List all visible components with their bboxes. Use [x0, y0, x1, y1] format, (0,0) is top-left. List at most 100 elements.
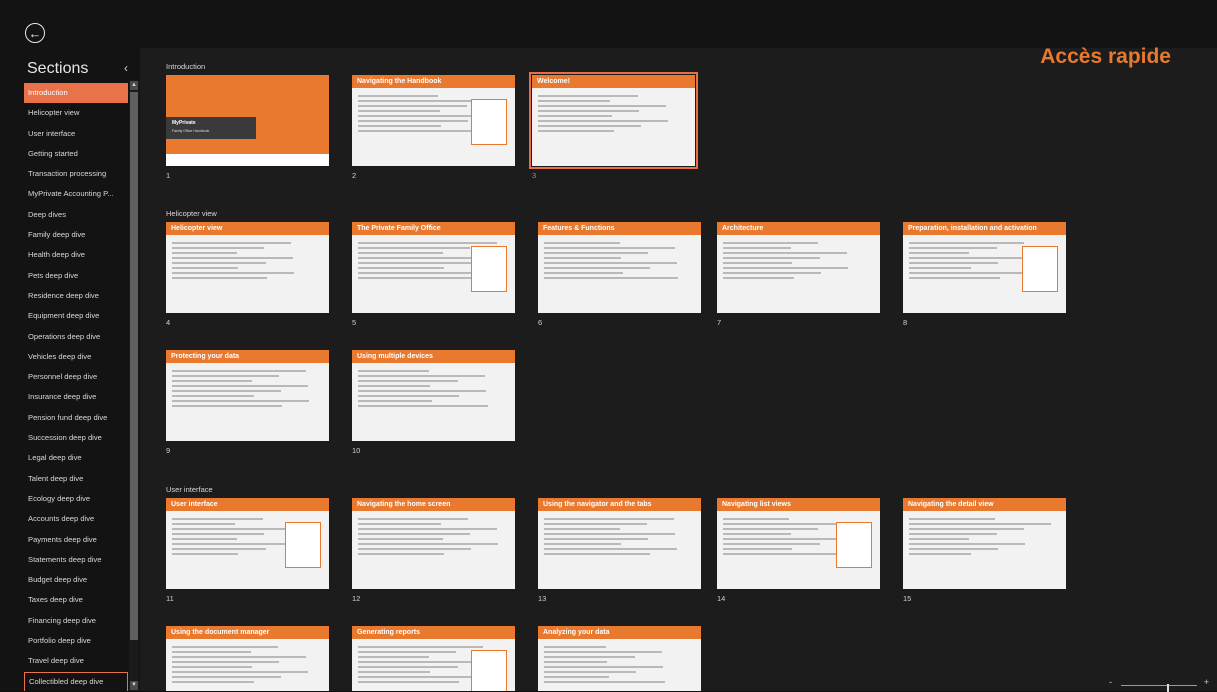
- collapse-sidebar-chevron-icon[interactable]: ‹: [124, 61, 128, 75]
- slide-body: [909, 518, 1060, 558]
- slide-title: Navigating list views: [722, 501, 791, 508]
- slide-thumbnail[interactable]: Using multiple devices: [352, 350, 515, 441]
- sidebar-item[interactable]: Taxes deep dive: [24, 590, 128, 610]
- cover-title: MyPrivate: [172, 120, 196, 126]
- sidebar-item[interactable]: Pension fund deep dive: [24, 408, 128, 428]
- sidebar-item[interactable]: Succession deep dive: [24, 428, 128, 448]
- slide-thumbnail[interactable]: Analyzing your data: [538, 626, 701, 691]
- text-line: [358, 247, 470, 249]
- slide-thumbnail[interactable]: MyPrivate Family Office Handbook: [166, 75, 329, 166]
- cover-footer: [166, 154, 329, 166]
- back-arrow-icon[interactable]: ←: [25, 23, 45, 43]
- slide-image: [471, 99, 507, 145]
- slide-image: [471, 650, 507, 691]
- text-line: [544, 666, 664, 668]
- sidebar-item[interactable]: Deep dives: [24, 205, 128, 225]
- slide-thumbnail[interactable]: Protecting your data: [166, 350, 329, 441]
- slide-thumbnail[interactable]: Navigating the detail view: [903, 498, 1066, 589]
- slide-thumbnail[interactable]: Welcome!: [529, 72, 698, 169]
- sidebar-item[interactable]: Budget deep dive: [24, 570, 128, 590]
- text-line: [538, 120, 668, 122]
- slide-thumbnail[interactable]: Features & Functions: [538, 222, 701, 313]
- slide-thumbnail[interactable]: Navigating the Handbook: [352, 75, 515, 166]
- slide-thumbnail[interactable]: Helicopter view: [166, 222, 329, 313]
- slide-number: 6: [538, 318, 543, 327]
- text-line: [544, 528, 620, 530]
- sidebar-item[interactable]: Talent deep dive: [24, 469, 128, 489]
- zoom-track[interactable]: [1121, 684, 1197, 692]
- slide-title-bar: The Private Family Office: [352, 222, 515, 235]
- sidebar-scrollbar[interactable]: ▲ ▼: [129, 80, 139, 691]
- slide-thumbnail[interactable]: Navigating the home screen: [352, 498, 515, 589]
- zoom-in-button[interactable]: +: [1204, 677, 1209, 687]
- sidebar-item[interactable]: Vehicles deep dive: [24, 347, 128, 367]
- text-line: [172, 375, 280, 377]
- text-line: [544, 518, 674, 520]
- scroll-up-arrow-icon[interactable]: ▲: [130, 81, 138, 90]
- text-line: [544, 538, 649, 540]
- slide-title: Welcome!: [537, 78, 570, 85]
- text-line: [723, 252, 847, 254]
- sidebar-item[interactable]: MyPrivate Accounting P...: [24, 184, 128, 204]
- text-line: [909, 247, 997, 249]
- text-line: [544, 257, 621, 259]
- slide-thumbnail[interactable]: The Private Family Office: [352, 222, 515, 313]
- sidebar-item[interactable]: Payments deep dive: [24, 530, 128, 550]
- sidebar-item[interactable]: User interface: [24, 124, 128, 144]
- sidebar-item[interactable]: Family deep dive: [24, 225, 128, 245]
- sidebar-item[interactable]: Accounts deep dive: [24, 509, 128, 529]
- text-line: [544, 272, 623, 274]
- text-line: [909, 533, 997, 535]
- sidebar-item[interactable]: Personnel deep dive: [24, 367, 128, 387]
- sidebar-item[interactable]: Collectibled deep dive: [24, 671, 128, 691]
- text-line: [723, 272, 822, 274]
- slide-thumbnail[interactable]: Preparation, installation and activation: [903, 222, 1066, 313]
- sidebar-item[interactable]: Residence deep dive: [24, 286, 128, 306]
- sidebar-item[interactable]: Travel deep dive: [24, 651, 128, 671]
- text-line: [172, 267, 239, 269]
- sidebar-item[interactable]: Ecology deep dive: [24, 489, 128, 509]
- text-line: [544, 252, 649, 254]
- sidebar-item[interactable]: Insurance deep dive: [24, 387, 128, 407]
- slide-title: Preparation, installation and activation: [908, 225, 1037, 232]
- text-line: [358, 666, 458, 668]
- slide-thumbnail[interactable]: Using the document manager: [166, 626, 329, 691]
- sidebar-item[interactable]: Introduction: [24, 83, 128, 104]
- sidebar-item[interactable]: Financing deep dive: [24, 611, 128, 631]
- sidebar-item[interactable]: Health deep dive: [24, 245, 128, 265]
- sidebar-item[interactable]: Pets deep dive: [24, 266, 128, 286]
- slide-thumbnail[interactable]: Using the navigator and the tabs: [538, 498, 701, 589]
- sidebar-item[interactable]: Portfolio deep dive: [24, 631, 128, 651]
- slide-thumbnail[interactable]: User interface: [166, 498, 329, 589]
- text-line: [544, 646, 606, 648]
- sidebar-item[interactable]: Operations deep dive: [24, 327, 128, 347]
- sidebar-item[interactable]: Statements deep dive: [24, 550, 128, 570]
- slide-thumbnail[interactable]: Navigating list views: [717, 498, 880, 589]
- sidebar-item[interactable]: Equipment deep dive: [24, 306, 128, 326]
- text-line: [358, 277, 473, 279]
- text-line: [544, 553, 650, 555]
- slide-thumbnail[interactable]: Architecture: [717, 222, 880, 313]
- sidebar-item[interactable]: Helicopter view: [24, 103, 128, 123]
- section-label: Introduction: [166, 62, 206, 71]
- text-line: [723, 277, 794, 279]
- text-line: [172, 518, 263, 520]
- sidebar-item[interactable]: Getting started: [24, 144, 128, 164]
- zoom-slider[interactable]: - +: [1109, 677, 1209, 692]
- sidebar-item[interactable]: Legal deep dive: [24, 448, 128, 468]
- slide-thumbnail[interactable]: Generating reports: [352, 626, 515, 691]
- scroll-down-arrow-icon[interactable]: ▼: [130, 681, 138, 690]
- text-line: [172, 651, 251, 653]
- slide-number: 15: [903, 594, 912, 603]
- slide-number: 13: [538, 594, 547, 603]
- text-line: [172, 553, 239, 555]
- sidebar-item[interactable]: Transaction processing: [24, 164, 128, 184]
- slide-number: 10: [352, 446, 361, 455]
- slide-title-bar: Using the navigator and the tabs: [538, 498, 701, 511]
- text-line: [544, 277, 679, 279]
- sections-sidebar: Introduction Helicopter view User interfac…: [24, 83, 128, 691]
- zoom-out-button[interactable]: -: [1109, 677, 1112, 687]
- slide-number: 12: [352, 594, 361, 603]
- slide-title-bar: Generating reports: [352, 626, 515, 639]
- scroll-thumb[interactable]: [130, 92, 138, 640]
